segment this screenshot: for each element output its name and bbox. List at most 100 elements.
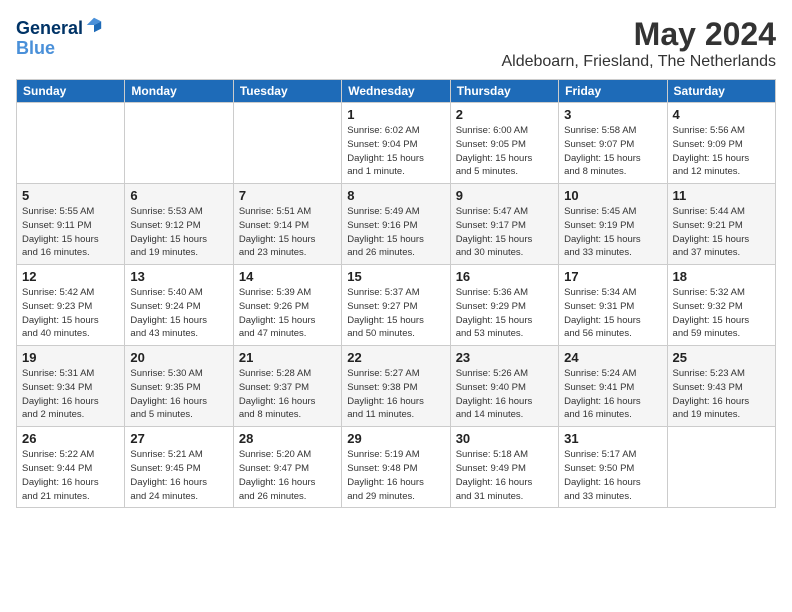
day-info: Sunrise: 5:26 AMSunset: 9:40 PMDaylight:… [456, 367, 553, 422]
weekday-header-sunday: Sunday [17, 80, 125, 103]
day-info: Sunrise: 5:21 AMSunset: 9:45 PMDaylight:… [130, 448, 227, 503]
day-info: Sunrise: 5:19 AMSunset: 9:48 PMDaylight:… [347, 448, 444, 503]
day-info: Sunrise: 5:44 AMSunset: 9:21 PMDaylight:… [673, 205, 770, 260]
day-number: 18 [673, 269, 770, 284]
day-number: 21 [239, 350, 336, 365]
day-info: Sunrise: 5:27 AMSunset: 9:38 PMDaylight:… [347, 367, 444, 422]
day-info: Sunrise: 5:56 AMSunset: 9:09 PMDaylight:… [673, 124, 770, 179]
calendar-cell: 13 Sunrise: 5:40 AMSunset: 9:24 PMDayligh… [125, 265, 233, 346]
calendar-cell: 27Sunrise: 5:21 AMSunset: 9:45 PMDayligh… [125, 427, 233, 508]
day-info: Sunrise: 6:00 AMSunset: 9:05 PMDaylight:… [456, 124, 553, 179]
day-info: Sunrise: 5:37 AMSunset: 9:27 PMDaylight:… [347, 286, 444, 341]
day-number: 14 [239, 269, 336, 284]
weekday-header-wednesday: Wednesday [342, 80, 450, 103]
location-title: Aldeboarn, Friesland, The Netherlands [501, 53, 776, 71]
day-number: 23 [456, 350, 553, 365]
day-number: 3 [564, 107, 661, 122]
calendar-cell: 4 Sunrise: 5:56 AMSunset: 9:09 PMDaylight… [667, 103, 775, 184]
calendar-cell: 11Sunrise: 5:44 AMSunset: 9:21 PMDayligh… [667, 184, 775, 265]
day-number: 8 [347, 188, 444, 203]
calendar-cell: 10Sunrise: 5:45 AMSunset: 9:19 PMDayligh… [559, 184, 667, 265]
calendar-cell: 8 Sunrise: 5:49 AMSunset: 9:16 PMDaylight… [342, 184, 450, 265]
day-info: Sunrise: 6:02 AMSunset: 9:04 PMDaylight:… [347, 124, 444, 179]
day-info: Sunrise: 5:23 AMSunset: 9:43 PMDaylight:… [673, 367, 770, 422]
calendar-cell: 19 Sunrise: 5:31 AMSunset: 9:34 PMDayligh… [17, 346, 125, 427]
calendar-cell [667, 427, 775, 508]
calendar-cell: 14 Sunrise: 5:39 AMSunset: 9:26 PMDayligh… [233, 265, 341, 346]
day-info: Sunrise: 5:36 AMSunset: 9:29 PMDaylight:… [456, 286, 553, 341]
logo-bird-icon [85, 16, 103, 34]
day-info: Sunrise: 5:17 AMSunset: 9:50 PMDaylight:… [564, 448, 661, 503]
calendar-cell: 22 Sunrise: 5:27 AMSunset: 9:38 PMDayligh… [342, 346, 450, 427]
calendar-cell: 3 Sunrise: 5:58 AMSunset: 9:07 PMDaylight… [559, 103, 667, 184]
calendar-week-row: 19 Sunrise: 5:31 AMSunset: 9:34 PMDayligh… [17, 346, 776, 427]
calendar-week-row: 5Sunrise: 5:55 AMSunset: 9:11 PMDaylight… [17, 184, 776, 265]
day-number: 19 [22, 350, 119, 365]
calendar-cell: 17Sunrise: 5:34 AMSunset: 9:31 PMDayligh… [559, 265, 667, 346]
calendar-cell: 23 Sunrise: 5:26 AMSunset: 9:40 PMDayligh… [450, 346, 558, 427]
calendar-cell: 6 Sunrise: 5:53 AMSunset: 9:12 PMDaylight… [125, 184, 233, 265]
day-number: 15 [347, 269, 444, 284]
day-number: 31 [564, 431, 661, 446]
day-info: Sunrise: 5:22 AMSunset: 9:44 PMDaylight:… [22, 448, 119, 503]
day-number: 20 [130, 350, 227, 365]
day-info: Sunrise: 5:51 AMSunset: 9:14 PMDaylight:… [239, 205, 336, 260]
day-info: Sunrise: 5:40 AMSunset: 9:24 PMDaylight:… [130, 286, 227, 341]
day-info: Sunrise: 5:31 AMSunset: 9:34 PMDaylight:… [22, 367, 119, 422]
title-block: May 2024 Aldeboarn, Friesland, The Nethe… [501, 16, 776, 71]
logo-text: General [16, 16, 103, 39]
day-number: 9 [456, 188, 553, 203]
calendar-cell: 16 Sunrise: 5:36 AMSunset: 9:29 PMDayligh… [450, 265, 558, 346]
calendar-cell: 12 Sunrise: 5:42 AMSunset: 9:23 PMDayligh… [17, 265, 125, 346]
weekday-header-friday: Friday [559, 80, 667, 103]
day-number: 13 [130, 269, 227, 284]
day-info: Sunrise: 5:30 AMSunset: 9:35 PMDaylight:… [130, 367, 227, 422]
day-number: 29 [347, 431, 444, 446]
calendar-cell: 1 Sunrise: 6:02 AMSunset: 9:04 PMDaylight… [342, 103, 450, 184]
calendar-cell: 31 Sunrise: 5:17 AMSunset: 9:50 PMDayligh… [559, 427, 667, 508]
calendar-header-row: SundayMondayTuesdayWednesdayThursdayFrid… [17, 80, 776, 103]
day-number: 24 [564, 350, 661, 365]
day-number: 1 [347, 107, 444, 122]
calendar-cell: 24 Sunrise: 5:24 AMSunset: 9:41 PMDayligh… [559, 346, 667, 427]
calendar-cell: 30 Sunrise: 5:18 AMSunset: 9:49 PMDayligh… [450, 427, 558, 508]
calendar-cell: 29 Sunrise: 5:19 AMSunset: 9:48 PMDayligh… [342, 427, 450, 508]
weekday-header-saturday: Saturday [667, 80, 775, 103]
day-number: 6 [130, 188, 227, 203]
day-info: Sunrise: 5:45 AMSunset: 9:19 PMDaylight:… [564, 205, 661, 260]
day-info: Sunrise: 5:55 AMSunset: 9:11 PMDaylight:… [22, 205, 119, 260]
calendar-week-row: 26 Sunrise: 5:22 AMSunset: 9:44 PMDayligh… [17, 427, 776, 508]
day-info: Sunrise: 5:28 AMSunset: 9:37 PMDaylight:… [239, 367, 336, 422]
weekday-header-monday: Monday [125, 80, 233, 103]
day-number: 12 [22, 269, 119, 284]
day-info: Sunrise: 5:18 AMSunset: 9:49 PMDaylight:… [456, 448, 553, 503]
day-number: 4 [673, 107, 770, 122]
day-info: Sunrise: 5:47 AMSunset: 9:17 PMDaylight:… [456, 205, 553, 260]
calendar-cell: 2Sunrise: 6:00 AMSunset: 9:05 PMDaylight… [450, 103, 558, 184]
day-number: 17 [564, 269, 661, 284]
day-number: 26 [22, 431, 119, 446]
day-info: Sunrise: 5:42 AMSunset: 9:23 PMDaylight:… [22, 286, 119, 341]
calendar-cell: 18Sunrise: 5:32 AMSunset: 9:32 PMDayligh… [667, 265, 775, 346]
calendar-cell: 7 Sunrise: 5:51 AMSunset: 9:14 PMDaylight… [233, 184, 341, 265]
day-info: Sunrise: 5:24 AMSunset: 9:41 PMDaylight:… [564, 367, 661, 422]
day-number: 7 [239, 188, 336, 203]
calendar-cell: 15 Sunrise: 5:37 AMSunset: 9:27 PMDayligh… [342, 265, 450, 346]
day-info: Sunrise: 5:53 AMSunset: 9:12 PMDaylight:… [130, 205, 227, 260]
calendar-cell: 9 Sunrise: 5:47 AMSunset: 9:17 PMDaylight… [450, 184, 558, 265]
day-info: Sunrise: 5:39 AMSunset: 9:26 PMDaylight:… [239, 286, 336, 341]
calendar-cell: 25 Sunrise: 5:23 AMSunset: 9:43 PMDayligh… [667, 346, 775, 427]
day-info: Sunrise: 5:49 AMSunset: 9:16 PMDaylight:… [347, 205, 444, 260]
calendar-cell: 26 Sunrise: 5:22 AMSunset: 9:44 PMDayligh… [17, 427, 125, 508]
day-number: 30 [456, 431, 553, 446]
logo: General Blue [16, 16, 103, 59]
day-number: 16 [456, 269, 553, 284]
calendar-cell [233, 103, 341, 184]
calendar-cell: 21 Sunrise: 5:28 AMSunset: 9:37 PMDayligh… [233, 346, 341, 427]
calendar-cell: 28Sunrise: 5:20 AMSunset: 9:47 PMDayligh… [233, 427, 341, 508]
day-number: 25 [673, 350, 770, 365]
calendar-cell [17, 103, 125, 184]
day-info: Sunrise: 5:58 AMSunset: 9:07 PMDaylight:… [564, 124, 661, 179]
calendar-cell: 5Sunrise: 5:55 AMSunset: 9:11 PMDaylight… [17, 184, 125, 265]
day-number: 22 [347, 350, 444, 365]
